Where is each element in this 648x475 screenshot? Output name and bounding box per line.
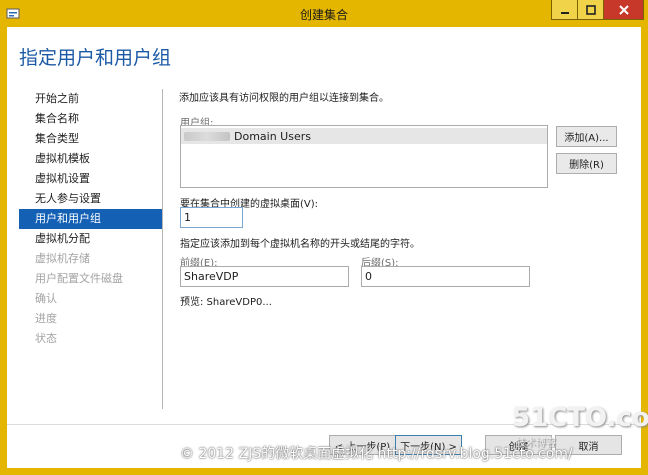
desktop-count-input[interactable]: 1 — [180, 207, 243, 228]
nav-item-users-groups[interactable]: 用户和用户组 — [19, 209, 162, 229]
suffix-input[interactable]: 0 — [361, 266, 530, 287]
wizard-nav: 开始之前 集合名称 集合类型 虚拟机模板 虚拟机设置 无人参与设置 用户和用户组… — [19, 89, 162, 349]
watermark-text: © 2012 ZJS的微软桌面虚拟化 http://rdsrv.blog.51c… — [180, 446, 573, 462]
nav-item-before-you-begin[interactable]: 开始之前 — [19, 89, 162, 109]
naming-description: 指定应该添加到每个虚拟机名称的开头或结尾的字符。 — [180, 239, 420, 250]
wizard-body: 指定用户和用户组 开始之前 集合名称 集合类型 虚拟机模板 虚拟机设置 无人参与… — [7, 27, 641, 468]
page-title: 指定用户和用户组 — [19, 47, 172, 69]
list-item[interactable]: Domain Users — [181, 128, 547, 144]
watermark-logo: 51CTO.com — [512, 403, 648, 433]
nav-item-user-profile-disks: 用户配置文件磁盘 — [35, 272, 123, 285]
app-window: 创建集合 指定用户和用户组 开始之前 集合名称 集合类型 虚拟机模板 虚拟机设置… — [0, 0, 648, 475]
minimize-button[interactable] — [551, 0, 578, 20]
maximize-icon — [585, 4, 596, 15]
nav-item-vm-settings[interactable]: 虚拟机设置 — [19, 169, 162, 189]
name-preview: 预览: ShareVDP0... — [180, 297, 272, 308]
close-icon — [618, 4, 629, 15]
add-button[interactable]: 添加(A)... — [556, 126, 617, 147]
maximize-button[interactable] — [578, 0, 604, 20]
user-group-name: Domain Users — [234, 129, 311, 143]
nav-item-unattended-settings[interactable]: 无人参与设置 — [19, 189, 162, 209]
prefix-input[interactable]: ShareVDP — [180, 266, 349, 287]
nav-item-vm-template[interactable]: 虚拟机模板 — [19, 149, 162, 169]
user-group-list[interactable]: Domain Users — [180, 125, 548, 188]
close-button[interactable] — [604, 0, 644, 20]
nav-divider — [162, 89, 163, 409]
nav-item-collection-type[interactable]: 集合类型 — [19, 129, 162, 149]
nav-item-collection-name[interactable]: 集合名称 — [19, 109, 162, 129]
minimize-icon — [560, 11, 569, 14]
nav-item-results: 状态 — [35, 332, 57, 345]
redacted-domain — [184, 131, 230, 141]
nav-item-vm-storage: 虚拟机存储 — [35, 252, 90, 265]
nav-item-confirmation: 确认 — [35, 292, 57, 305]
nav-item-progress: 进度 — [35, 312, 57, 325]
nav-item-vm-allocation[interactable]: 虚拟机分配 — [19, 229, 162, 249]
page-description: 添加应该具有访问权限的用户组以连接到集合。 — [179, 93, 389, 104]
title-bar[interactable]: 创建集合 — [0, 0, 648, 27]
remove-button[interactable]: 删除(R) — [556, 153, 617, 174]
